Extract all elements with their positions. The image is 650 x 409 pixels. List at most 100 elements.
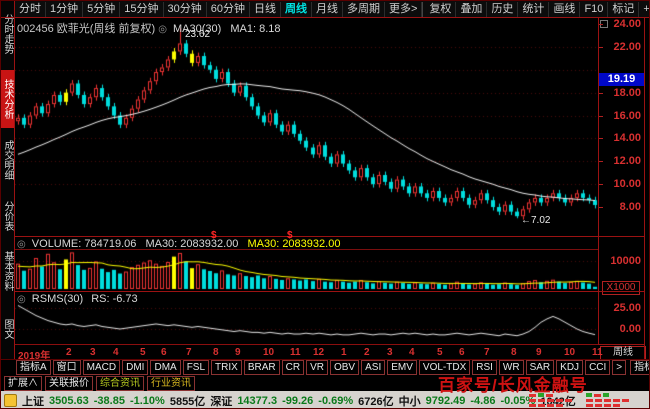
info-button-综合资讯[interactable]: 综合资讯 bbox=[96, 376, 144, 391]
rsms-axis-label-0.00: 0.00 bbox=[600, 323, 641, 335]
volume-label: VOLUME: 784719.06 bbox=[32, 238, 137, 250]
indicator-button-FSL[interactable]: FSL bbox=[183, 360, 209, 375]
indicator-button-CCI[interactable]: CCI bbox=[585, 360, 610, 375]
period-tab-周线[interactable]: 周线 bbox=[281, 2, 312, 17]
tool-button-标记[interactable]: 标记 bbox=[608, 2, 639, 17]
date-tick-5: 5 bbox=[140, 347, 146, 358]
rs-value: RS: -6.73 bbox=[91, 293, 137, 305]
volume-unit-box: X1000 bbox=[602, 281, 640, 295]
indicator-button-MACD[interactable]: MACD bbox=[83, 360, 120, 375]
period-tab-月线[interactable]: 月线 bbox=[312, 2, 343, 17]
info-button-关联报价[interactable]: 关联报价 bbox=[45, 376, 93, 391]
dividend-marker: $ bbox=[287, 230, 293, 241]
period-tab-日线[interactable]: 日线 bbox=[250, 2, 281, 17]
tool-button-F10[interactable]: F10 bbox=[580, 2, 608, 17]
price-tick bbox=[599, 24, 603, 25]
price-tick bbox=[599, 207, 603, 208]
collapse-icon[interactable]: ◎ bbox=[17, 239, 26, 250]
price-label-14.00: 14.00 bbox=[600, 132, 641, 144]
period-tab-1分钟[interactable]: 1分钟 bbox=[46, 2, 83, 17]
date-tick-11: 11 bbox=[290, 347, 301, 358]
indicator-button-TRIX[interactable]: TRIX bbox=[211, 360, 242, 375]
index-pct: -1.10% bbox=[130, 395, 165, 407]
index-quote-深证[interactable]: 深证14377.3-99.26-0.69%6726亿 bbox=[210, 393, 393, 409]
indicator-button-EMV[interactable]: EMV bbox=[387, 360, 417, 375]
indicator-button-DMI[interactable]: DMI bbox=[122, 360, 148, 375]
period-tab-5分钟[interactable]: 5分钟 bbox=[83, 2, 120, 17]
low-annotation: ←7.02 bbox=[521, 215, 550, 226]
period-tab-多周期[interactable]: 多周期 bbox=[343, 2, 385, 17]
sidebar-item-分价表[interactable]: 分价表 bbox=[1, 192, 14, 240]
collapse-icon[interactable]: ◎ bbox=[158, 24, 167, 35]
dividend-marker: $ bbox=[211, 230, 217, 241]
sidebar-item-技术分析[interactable]: 技术分析 bbox=[1, 70, 14, 128]
collapse-icon[interactable]: ◎ bbox=[17, 294, 26, 305]
period-tab-更多>[interactable]: 更多> bbox=[385, 2, 422, 17]
index-quote-上证[interactable]: 上证3505.63-38.85-1.10%5855亿 bbox=[22, 393, 205, 409]
date-tick-10: 10 bbox=[263, 347, 274, 358]
period-tab-分时[interactable]: 分时 bbox=[15, 2, 46, 17]
period-tab-30分钟[interactable]: 30分钟 bbox=[164, 2, 207, 17]
index-change: -38.85 bbox=[94, 395, 125, 407]
price-tick bbox=[599, 93, 603, 94]
indicator-button-OBV[interactable]: OBV bbox=[330, 360, 359, 375]
stock-title: 002456 欧菲光(周线 前复权) bbox=[17, 23, 155, 35]
period-tab-60分钟[interactable]: 60分钟 bbox=[207, 2, 250, 17]
price-tick bbox=[599, 47, 603, 48]
date-tick-8: 8 bbox=[511, 347, 517, 358]
sidebar-item-分时走势[interactable]: 分时走势 bbox=[1, 1, 14, 67]
price-tick bbox=[599, 184, 603, 185]
current-price-tag: 19.19 bbox=[599, 73, 644, 86]
tool-button-画线[interactable]: 画线 bbox=[549, 2, 580, 17]
rsms-label: RSMS(30) bbox=[32, 293, 83, 305]
indicator-button-VR[interactable]: VR bbox=[306, 360, 328, 375]
volume-axis-label: 10000 bbox=[600, 255, 641, 267]
tool-button-统计[interactable]: 统计 bbox=[518, 2, 549, 17]
price-label-10.00: 10.00 bbox=[600, 178, 641, 190]
status-menu-icon[interactable] bbox=[4, 394, 17, 407]
indicator-button-ASI[interactable]: ASI bbox=[361, 360, 385, 375]
index-name: 中小 bbox=[399, 393, 421, 409]
period-tab-15分钟[interactable]: 15分钟 bbox=[120, 2, 163, 17]
index-name: 深证 bbox=[210, 393, 232, 409]
indicator-button-指标B[interactable]: 指标B bbox=[630, 360, 650, 375]
indicator-button-指标A[interactable]: 指标A bbox=[16, 360, 51, 375]
index-change: -99.26 bbox=[282, 395, 313, 407]
ma1-label: MA1: 8.18 bbox=[230, 23, 280, 35]
date-tick-10: 10 bbox=[564, 347, 575, 358]
price-label-24.00: 24.00 bbox=[600, 18, 641, 30]
indicator-button->[interactable]: > bbox=[612, 360, 626, 375]
tool-button-+自选[interactable]: +自选 bbox=[639, 2, 650, 17]
sidebar-item-成交明细[interactable]: 成交明细 bbox=[1, 131, 14, 189]
price-tick bbox=[599, 138, 603, 139]
tool-button-复权[interactable]: 复权 bbox=[425, 2, 456, 17]
info-button-行业资讯[interactable]: 行业资讯 bbox=[147, 376, 195, 391]
period-indicator-box: 周线 bbox=[600, 346, 646, 360]
trading-app-window: 分时1分钟5分钟15分钟30分钟60分钟日线周线月线多周期更多>复权叠加历史统计… bbox=[0, 0, 650, 409]
price-label-18.00: 18.00 bbox=[600, 87, 641, 99]
indicator-button-窗口[interactable]: 窗口 bbox=[53, 360, 81, 375]
date-tick-11: 11 bbox=[592, 347, 603, 358]
rsms-pane-header: ◎ RSMS(30) RS: -6.73 bbox=[17, 293, 138, 305]
date-tick-7: 7 bbox=[484, 347, 490, 358]
sidebar-item-图文F10[interactable]: 图文F10 bbox=[1, 302, 14, 356]
date-tick-2: 2 bbox=[364, 347, 370, 358]
tool-button-叠加[interactable]: 叠加 bbox=[456, 2, 487, 17]
indicator-button-CR[interactable]: CR bbox=[282, 360, 304, 375]
volume-ma30-yellow: MA30: 2083932.00 bbox=[247, 238, 340, 250]
indicator-button-DMA[interactable]: DMA bbox=[150, 360, 180, 375]
sidebar-item-基本资料[interactable]: 基本资料 bbox=[1, 243, 14, 299]
indicator-button-BRAR[interactable]: BRAR bbox=[244, 360, 280, 375]
index-value: 14377.3 bbox=[237, 395, 277, 407]
index-amount: 5855亿 bbox=[170, 393, 205, 409]
date-tick-9: 9 bbox=[235, 347, 241, 358]
date-tick-2: 2 bbox=[66, 347, 72, 358]
index-amount: 6726亿 bbox=[358, 393, 393, 409]
date-tick-8: 8 bbox=[213, 347, 219, 358]
info-button-扩展∧[interactable]: 扩展∧ bbox=[4, 376, 42, 391]
tool-button-历史[interactable]: 历史 bbox=[487, 2, 518, 17]
chart-title: 002456 欧菲光(周线 前复权) ◎ MA30(30) MA1: 8.18 bbox=[17, 20, 281, 36]
price-label-12.00: 12.00 bbox=[600, 155, 641, 167]
date-tick-7: 7 bbox=[186, 347, 192, 358]
price-label-16.00: 16.00 bbox=[600, 110, 641, 122]
